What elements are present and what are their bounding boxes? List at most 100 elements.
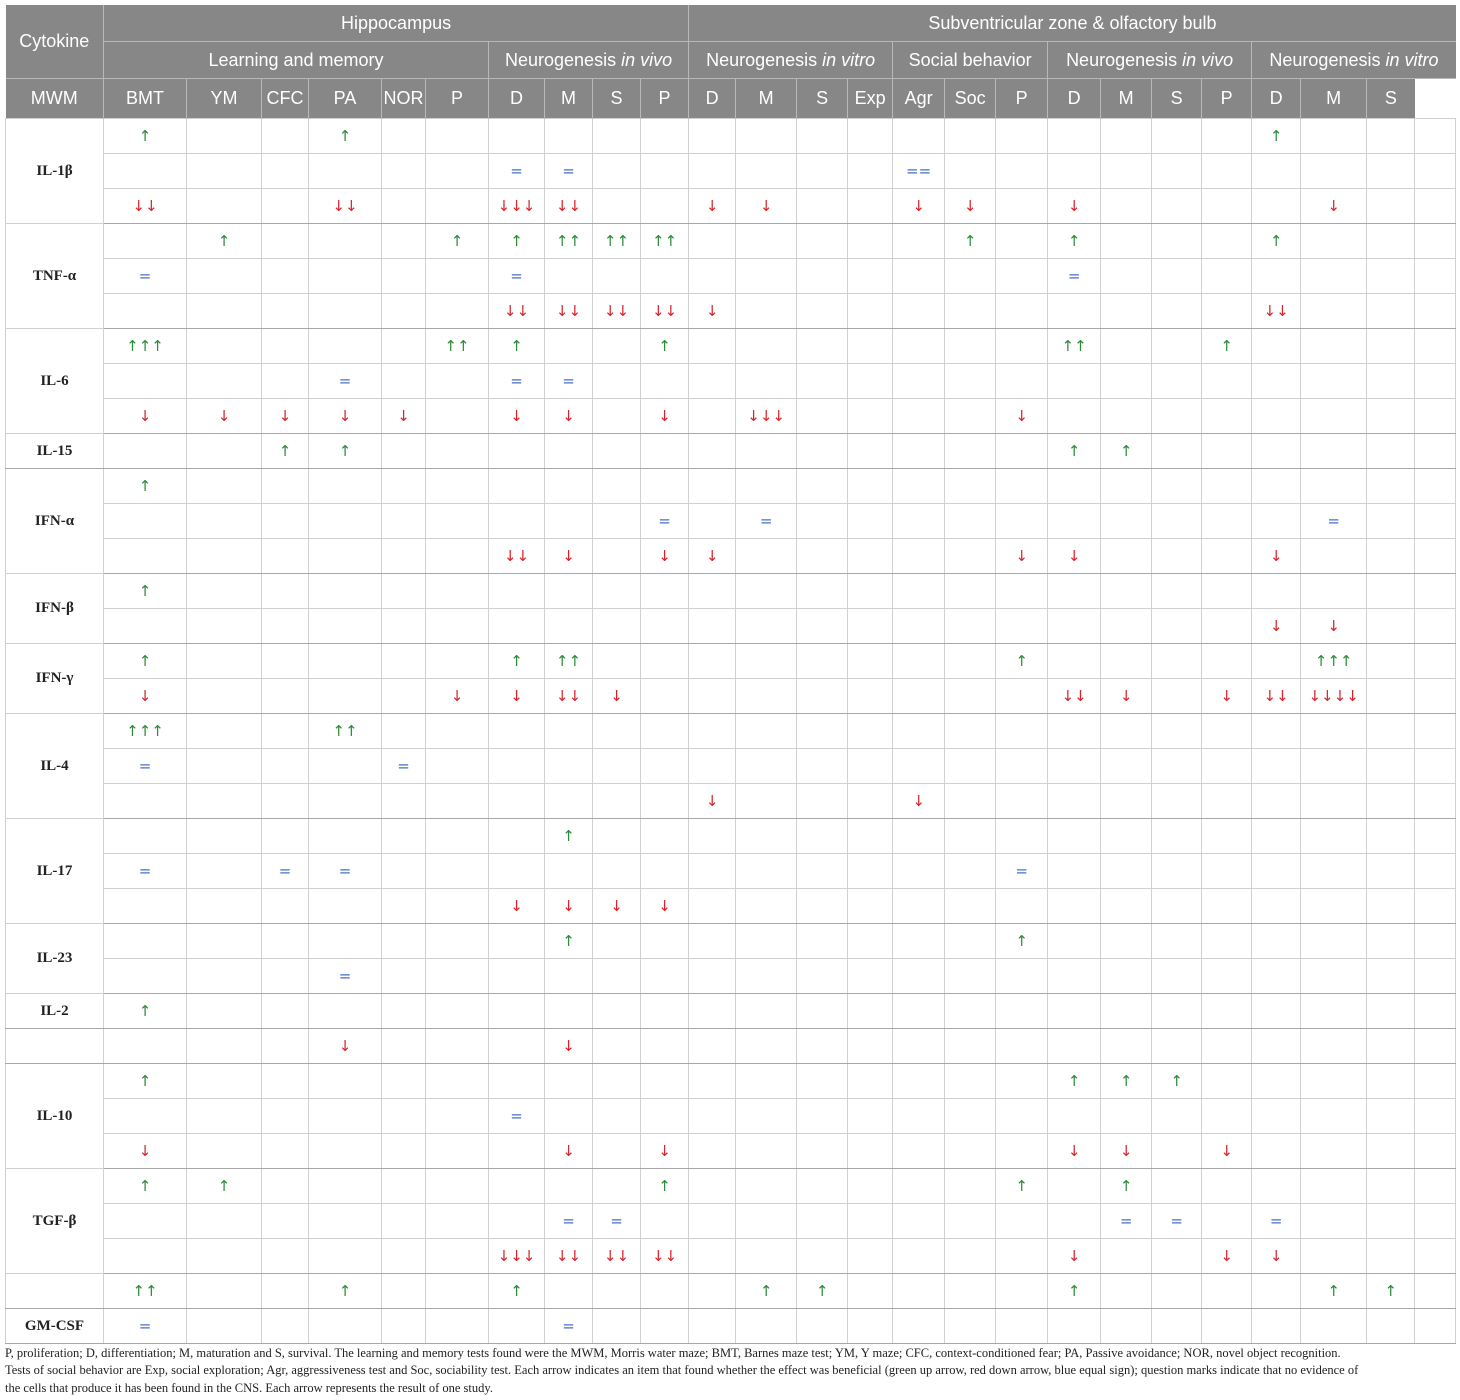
empty-cell — [796, 293, 849, 329]
table-row: ↓↓ ↓ ↓ ↓ ↓ ↓ ↓ — [6, 538, 1457, 574]
empty-cell — [381, 958, 426, 994]
empty-cell — [1047, 1308, 1102, 1344]
empty-cell — [688, 503, 737, 539]
table-body: IL-1β ↑ ↑ ↑ = = == ↓↓ ↓↓ ↓↓↓ ↓↓ ↓ ↓ ↓ ↓ ↓ ↓ TNF-α ↑ ↑ ↑ ↑↑ ↑↑ ↑… — [5, 118, 1457, 1344]
empty-cell — [639, 818, 690, 854]
empty-cell — [261, 783, 309, 819]
empty-cell — [592, 1133, 641, 1169]
empty-cell — [796, 398, 849, 434]
empty-cell — [847, 888, 894, 924]
empty-cell — [639, 993, 690, 1029]
empty-cell — [1201, 1203, 1253, 1239]
empty-cell — [1300, 258, 1368, 294]
empty-cell — [103, 363, 187, 399]
up-arrow-icon: ↑ — [1251, 118, 1302, 154]
empty-cell — [1201, 818, 1253, 854]
empty-cell — [425, 1273, 489, 1309]
empty-cell — [261, 538, 309, 574]
empty-cell — [425, 853, 489, 889]
empty-cell — [995, 363, 1049, 399]
empty-cell — [1100, 853, 1153, 889]
empty-cell — [847, 573, 894, 609]
empty-cell — [892, 643, 946, 679]
table-row: IL-10 ↑ ↑ ↑ ↑ — [5, 1063, 1457, 1169]
empty-cell — [1100, 748, 1153, 784]
empty-cell — [1251, 1063, 1302, 1099]
empty-cell — [1414, 1273, 1457, 1309]
empty-cell — [261, 328, 309, 364]
empty-cell — [1201, 958, 1253, 994]
empty-cell — [488, 1168, 545, 1204]
equal-sign-icon: = — [103, 853, 187, 889]
down-arrow-icon: ↓ — [544, 538, 593, 574]
test-column-header: D — [688, 78, 737, 119]
empty-cell — [488, 713, 545, 749]
table-row: IFN-α ↑ — [5, 468, 1457, 574]
empty-cell — [592, 713, 641, 749]
empty-cell — [381, 1028, 426, 1064]
up-arrow-icon: ↑ — [425, 223, 489, 259]
down-arrow-icon: ↓ — [688, 188, 737, 224]
empty-cell — [186, 1273, 262, 1309]
up-arrow-icon: ↑ — [488, 328, 545, 364]
empty-cell — [688, 608, 737, 644]
empty-cell — [1047, 783, 1102, 819]
empty-cell — [381, 118, 426, 154]
equal-sign-icon: = — [261, 853, 309, 889]
empty-cell — [1366, 1238, 1416, 1274]
empty-cell — [735, 888, 798, 924]
empty-cell — [425, 783, 489, 819]
empty-cell — [1366, 748, 1416, 784]
empty-cell — [425, 888, 489, 924]
empty-cell — [1366, 293, 1416, 329]
empty-cell — [688, 328, 737, 364]
empty-cell — [1300, 538, 1368, 574]
empty-cell — [1047, 1168, 1102, 1204]
empty-cell — [944, 1238, 997, 1274]
empty-cell — [1100, 1308, 1153, 1344]
empty-cell — [688, 888, 737, 924]
category-header: Neurogenesis in vivo — [488, 41, 690, 79]
empty-cell — [639, 853, 690, 889]
empty-cell — [381, 1168, 426, 1204]
empty-cell — [1414, 468, 1457, 504]
empty-cell — [1100, 468, 1153, 504]
empty-cell — [261, 818, 309, 854]
empty-cell — [1100, 188, 1153, 224]
empty-cell — [1366, 923, 1416, 959]
down-arrow-icon: ↓↓ — [1047, 678, 1102, 714]
empty-cell — [847, 538, 894, 574]
down-arrow-icon: ↓↓ — [639, 1238, 690, 1274]
empty-cell — [688, 363, 737, 399]
table-row: ==== — [6, 153, 1457, 189]
empty-cell — [995, 188, 1049, 224]
empty-cell — [995, 958, 1049, 994]
empty-cell — [1414, 608, 1457, 644]
empty-cell — [796, 468, 849, 504]
empty-cell — [1151, 223, 1203, 259]
table-row: ↓ ↓ ↓ ↓↓ ↓ ↓↓ ↓ ↓ ↓↓ ↓↓↓↓ — [6, 678, 1457, 714]
empty-cell — [592, 608, 641, 644]
empty-cell — [1414, 363, 1457, 399]
empty-cell — [1366, 153, 1416, 189]
equal-sign-icon: = — [544, 363, 593, 399]
empty-cell — [308, 153, 382, 189]
empty-cell — [261, 993, 309, 1029]
empty-cell — [1201, 1063, 1253, 1099]
empty-cell — [592, 573, 641, 609]
down-arrow-icon: ↓ — [381, 398, 426, 434]
empty-cell — [186, 153, 262, 189]
empty-cell — [1414, 293, 1457, 329]
empty-cell — [944, 1168, 997, 1204]
empty-cell — [847, 433, 894, 469]
empty-cell — [425, 1238, 489, 1274]
empty-cell — [381, 328, 426, 364]
up-arrow-icon: ↑↑ — [103, 1273, 187, 1309]
empty-cell — [1201, 433, 1253, 469]
up-arrow-icon: ↑ — [1047, 433, 1102, 469]
empty-cell — [639, 118, 690, 154]
empty-cell — [488, 1308, 545, 1344]
up-arrow-icon: ↑ — [995, 643, 1049, 679]
empty-cell — [381, 993, 426, 1029]
down-arrow-icon: ↓ — [103, 678, 187, 714]
